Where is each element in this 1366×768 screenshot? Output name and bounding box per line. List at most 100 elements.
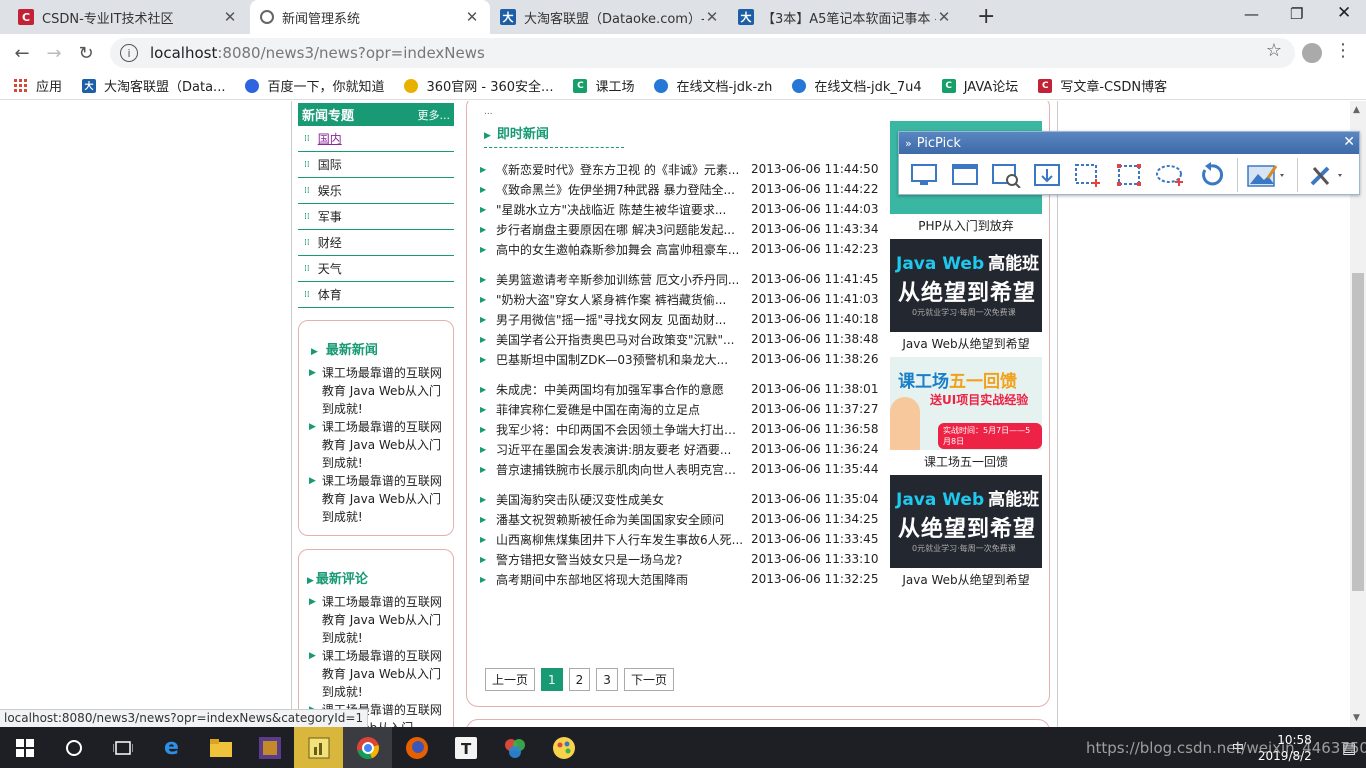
bookmark-item[interactable]: 在线文档-jdk_7u4 (792, 76, 922, 95)
task-view-icon[interactable] (98, 727, 147, 768)
ad-banner[interactable]: Java Web 高能班 从绝望到希望 0元就业学习·每周一次免费课 (890, 475, 1042, 568)
news-row[interactable]: ▶ 巴基斯坦中国制ZDK—03预警机和枭龙大... 2013-06-06 11:38… (480, 349, 880, 369)
side-list-item[interactable]: ▶教育 Java Web从入门 (303, 611, 449, 629)
site-info-icon[interactable]: i (120, 44, 138, 62)
capture-rect-add-icon[interactable] (1073, 161, 1103, 189)
page-number-button[interactable]: 2 (568, 668, 591, 691)
news-title-link[interactable]: "星跳水立方"决战临近 陈楚生被华谊要求... (496, 201, 745, 218)
news-row[interactable]: ▶ 菲律宾称仁爱礁是中国在南海的立足点 2013-06-06 11:37:27 (480, 399, 880, 419)
bookmark-item[interactable]: 应用 (14, 76, 62, 95)
news-row[interactable]: ▶ 高考期间中东部地区将现大范围降雨 2013-06-06 11:32:25 (480, 569, 880, 589)
side-list-item[interactable]: ▶教育 Java Web从入门 (303, 490, 449, 508)
news-row[interactable]: ▶ "奶粉大盗"穿女人紧身裤作案 裤裆藏货偷... 2013-06-06 11:41… (480, 289, 880, 309)
ad-caption[interactable]: Java Web从绝望到希望 (890, 568, 1042, 593)
side-list-item[interactable]: ▶ 课工场最靠谱的互联网 (303, 593, 449, 611)
topic-item[interactable]: ⁞⁞ 财经 (298, 230, 454, 256)
news-row[interactable]: ▶ 《新恋爱时代》登东方卫视 的《非诚》元素... 2013-06-06 11:44… (480, 159, 880, 179)
news-title-link[interactable]: 《新恋爱时代》登东方卫视 的《非诚》元素... (496, 161, 745, 178)
news-title-link[interactable]: 美男篮邀请考辛斯参加训练营 厄文小乔丹同... (496, 271, 745, 288)
colorful-app-icon[interactable] (490, 727, 539, 768)
file-explorer-icon[interactable] (196, 727, 245, 768)
game-app-icon[interactable] (245, 727, 294, 768)
forward-button[interactable]: → (38, 43, 70, 64)
news-title-link[interactable]: 男子用微信"摇一摇"寻找女网友 见面劫财... (496, 311, 745, 328)
news-row[interactable]: ▶ 习近平在墨国会发表演讲:朋友要老 好酒要... 2013-06-06 11:36… (480, 439, 880, 459)
news-row[interactable]: ▶ 《致命黑兰》佐伊坐拥7种武器 暴力登陆全... 2013-06-06 11:44… (480, 179, 880, 199)
chrome-browser-icon[interactable] (343, 727, 392, 768)
news-row[interactable]: ▶ 朱成虎：中美两国均有加强军事合作的意愿 2013-06-06 11:38:01 (480, 379, 880, 399)
topic-item[interactable]: ⁞⁞ 体育 (298, 282, 454, 308)
topic-item[interactable]: ⁞⁞ 娱乐 (298, 178, 454, 204)
address-bar[interactable]: i localhost:8080/news3/news?opr=indexNew… (110, 38, 1295, 68)
topic-item[interactable]: ⁞⁞ 国内 (298, 126, 454, 152)
bookmark-star-icon[interactable]: ☆ (1266, 40, 1282, 61)
side-list-item[interactable]: ▶到成就! (303, 683, 449, 701)
tab-close-icon[interactable]: ✕ (936, 8, 952, 26)
news-row[interactable]: ▶ 男子用微信"摇一摇"寻找女网友 见面劫财... 2013-06-06 11:40… (480, 309, 880, 329)
news-title-link[interactable]: 普京逮捕铁腕市长展示肌肉向世人表明克宫仍... (496, 461, 745, 478)
text-editor-icon[interactable]: T (441, 727, 490, 768)
news-row[interactable]: ▶ 普京逮捕铁腕市长展示肌肉向世人表明克宫仍... 2013-06-06 11:35… (480, 459, 880, 479)
side-list-item[interactable]: ▶教育 Java Web从入门 (303, 382, 449, 400)
bookmark-item[interactable]: C JAVA论坛 (941, 76, 1018, 95)
image-editor-icon[interactable] (1246, 161, 1286, 189)
news-title-link[interactable]: 美国海豹突击队硬汉变性成美女 (496, 491, 745, 508)
news-row[interactable]: ▶ 警方错把女警当妓女只是一场乌龙? 2013-06-06 11:33:10 (480, 549, 880, 569)
news-title-link[interactable]: 美国学者公开指责奥巴马对台政策变"沉默"... (496, 331, 745, 348)
news-title-link[interactable]: "奶粉大盗"穿女人紧身裤作案 裤裆藏货偷... (496, 291, 745, 308)
browser-tab[interactable]: 大大淘客联盟（Dataoke.com）- 优 ✕ (490, 0, 730, 34)
ad-caption[interactable]: Java Web从绝望到希望 (890, 332, 1042, 357)
minimize-button[interactable]: — (1244, 5, 1259, 23)
profile-avatar[interactable] (1302, 43, 1322, 63)
news-title-link[interactable]: 巴基斯坦中国制ZDK—03预警机和枭龙大... (496, 351, 745, 368)
news-row[interactable]: ▶ 美国学者公开指责奥巴马对台政策变"沉默"... 2013-06-06 11:38… (480, 329, 880, 349)
page-number-button[interactable]: 3 (596, 668, 618, 691)
picpick-titlebar[interactable]: » PicPick (899, 132, 1359, 154)
new-tab-button[interactable]: + (977, 4, 995, 29)
firefox-icon[interactable] (392, 727, 441, 768)
capture-scroll-icon[interactable] (1032, 161, 1062, 189)
news-title-link[interactable]: 菲律宾称仁爱礁是中国在南海的立足点 (496, 401, 745, 418)
news-row[interactable]: ▶ 美男篮邀请考辛斯参加训练营 厄文小乔丹同... 2013-06-06 11:41… (480, 269, 880, 289)
side-list-item[interactable]: ▶到成就! (303, 629, 449, 647)
repeat-capture-icon[interactable] (1196, 161, 1226, 189)
next-page-button[interactable]: 下一页 (623, 668, 674, 691)
capture-freehand-icon[interactable] (1155, 161, 1185, 189)
capture-window-icon[interactable] (950, 161, 980, 189)
page-number-button[interactable]: 1 (541, 668, 563, 691)
topic-item[interactable]: ⁞⁞ 国际 (298, 152, 454, 178)
tab-close-icon[interactable]: ✕ (704, 8, 720, 26)
search-circle-icon[interactable] (49, 727, 98, 768)
close-window-button[interactable]: ✕ (1337, 3, 1351, 23)
tab-close-icon[interactable]: ✕ (464, 8, 480, 26)
bookmark-item[interactable]: 百度一下，你就知道 (245, 76, 384, 95)
ad-caption[interactable]: PHP从入门到放弃 (890, 214, 1042, 239)
news-row[interactable]: ▶ 潘基文祝贺赖斯被任命为美国国家安全顾问 2013-06-06 11:34:25 (480, 509, 880, 529)
scrollbar-thumb[interactable] (1352, 273, 1364, 591)
topic-more-link[interactable]: 更多... (418, 107, 451, 123)
news-row[interactable]: ▶ 山西离柳焦煤集团井下人行车发生事故6人死... 2013-06-06 11:33… (480, 529, 880, 549)
start-button[interactable] (0, 727, 49, 768)
scroll-up-icon[interactable]: ▲ (1353, 105, 1360, 115)
side-list-item[interactable]: ▶教育 Java Web从入门 (303, 436, 449, 454)
tools-wrench-icon[interactable] (1306, 161, 1346, 189)
news-title-link[interactable]: 高中的女生邀帕森斯参加舞会 高富帅租豪车... (496, 241, 745, 258)
picpick-close-button[interactable]: ✕ (1343, 134, 1355, 150)
bookmark-item[interactable]: 360官网 - 360安全... (404, 76, 553, 95)
capture-fixed-region-icon[interactable] (1114, 161, 1144, 189)
news-row[interactable]: ▶ 美国海豹突击队硬汉变性成美女 2013-06-06 11:35:04 (480, 489, 880, 509)
ad-caption[interactable]: 课工场五一回馈 (890, 450, 1042, 475)
news-title-link[interactable]: 高考期间中东部地区将现大范围降雨 (496, 571, 745, 588)
bookmark-item[interactable]: C 课工场 (573, 76, 634, 95)
news-row[interactable]: ▶ 步行者崩盘主要原因在哪 解决3问题能发起... 2013-06-06 11:43… (480, 219, 880, 239)
news-row[interactable]: ▶ 我军少将：中印两国不会因领土争端大打出手... 2013-06-06 11:36… (480, 419, 880, 439)
bookmark-item[interactable]: 大大淘客联盟（Data... (82, 76, 225, 95)
news-title-link[interactable]: 步行者崩盘主要原因在哪 解决3问题能发起... (496, 221, 745, 238)
tab-close-icon[interactable]: ✕ (222, 8, 238, 26)
edge-browser-icon[interactable]: e (147, 727, 196, 768)
bookmark-item[interactable]: 在线文档-jdk-zh (654, 76, 772, 95)
prev-page-button[interactable]: 上一页 (485, 668, 536, 691)
news-row[interactable]: ▶ "星跳水立方"决战临近 陈楚生被华谊要求... 2013-06-06 11:44… (480, 199, 880, 219)
side-list-item[interactable]: ▶到成就! (303, 454, 449, 472)
news-title-link[interactable]: 警方错把女警当妓女只是一场乌龙? (496, 551, 745, 568)
